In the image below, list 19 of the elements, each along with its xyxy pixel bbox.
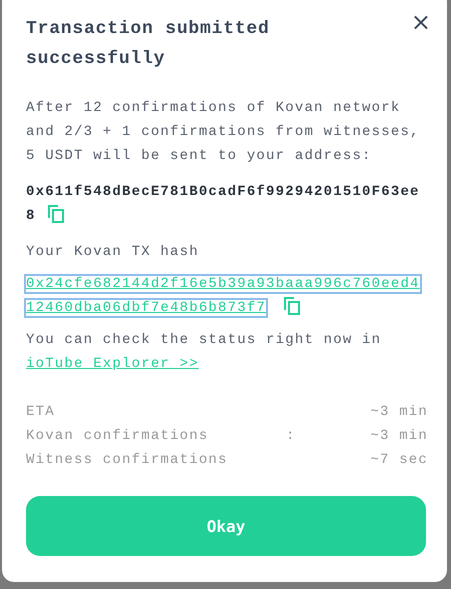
detail-label: ETA — [26, 403, 56, 422]
detail-label: Witness confirmations — [26, 451, 229, 470]
detail-separator: : — [286, 428, 296, 444]
close-button[interactable]: × — [410, 10, 431, 34]
detail-value: ~3 min — [369, 403, 428, 422]
status-text: You can check the status right now in — [26, 332, 382, 348]
explorer-link[interactable]: ioTube Explorer >> — [26, 356, 199, 372]
detail-value: ~3 min — [369, 427, 428, 446]
detail-value: ~7 sec — [369, 451, 428, 470]
copy-icon[interactable] — [48, 205, 64, 223]
hash-label: Your Kovan TX hash — [26, 243, 200, 262]
hash-link[interactable]: 0x24cfe682144d2f16e5b39a93baaa996c760eed4 — [26, 276, 420, 292]
okay-button[interactable]: Okay — [26, 496, 426, 556]
hash-link[interactable]: 12460dba06dbf7e48b6b873f7 — [26, 300, 266, 316]
detail-label: Kovan confirmations — [26, 427, 210, 446]
address-text: 0x611f548dBecE781B0cadF6f99294201510F63ee8 — [26, 183, 421, 226]
message-text: After 12 confirmations of Kovan network and 2/3 + 1 confirmations from witnesses, 5 USDT will be sent to your address: — [26, 99, 421, 166]
copy-icon[interactable] — [284, 297, 300, 315]
dialog-title: Transaction submitted successfully — [26, 18, 271, 71]
